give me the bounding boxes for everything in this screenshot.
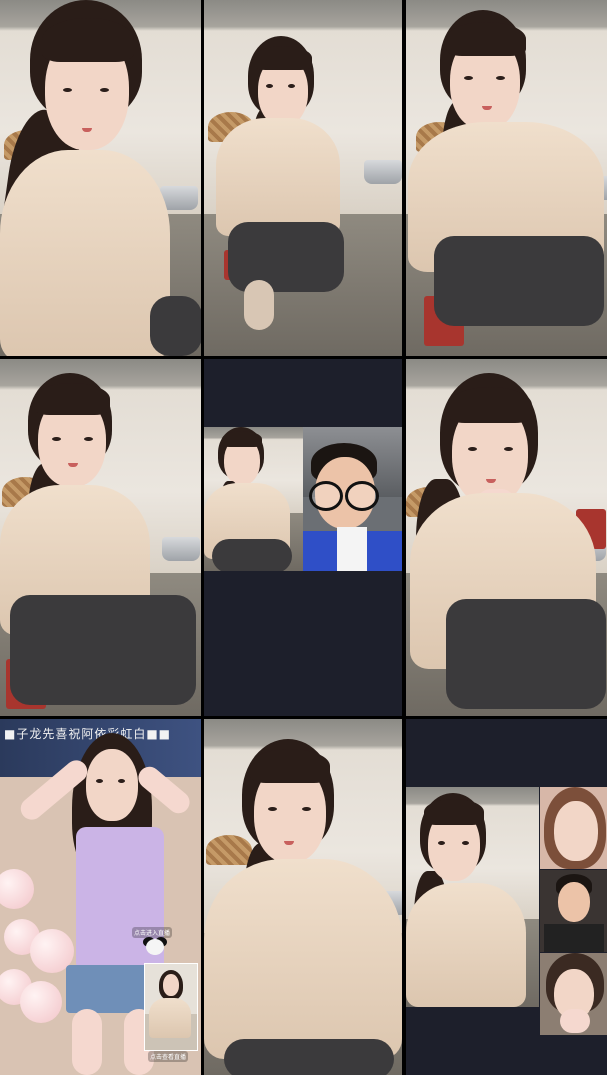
- face: [558, 882, 590, 922]
- eye: [302, 807, 311, 811]
- fringe: [424, 799, 484, 825]
- eye: [462, 841, 469, 845]
- call-participant-4[interactable]: [540, 953, 607, 1035]
- pants: [446, 599, 606, 709]
- video-tile-7[interactable]: ■子龙先喜祝阿依彩虹白■■ 点击进入直播 点击查看直播: [0, 719, 201, 1075]
- balloon: [20, 981, 62, 1023]
- video-tile-8[interactable]: [204, 719, 402, 1075]
- face: [163, 974, 179, 996]
- eye: [52, 437, 61, 441]
- video-tile-3[interactable]: [406, 0, 607, 356]
- eye: [118, 779, 125, 783]
- panda-icon: [146, 939, 164, 955]
- call-participant-woman[interactable]: [204, 427, 303, 571]
- eye: [266, 84, 273, 88]
- boy-collar: [337, 527, 367, 571]
- pip-label-bottom[interactable]: 点击查看直播: [148, 1051, 189, 1062]
- eye: [96, 779, 103, 783]
- eye: [268, 807, 277, 811]
- balloon: [0, 869, 34, 909]
- video-tile-6[interactable]: [406, 359, 607, 716]
- fringe: [250, 749, 330, 783]
- basket: [206, 835, 252, 865]
- pip-video[interactable]: [144, 963, 198, 1051]
- video-grid: ■子龙先喜祝阿依彩虹白■■ 点击进入直播 点击查看直播: [0, 0, 607, 1075]
- pants: [10, 595, 196, 705]
- pants: [212, 539, 292, 571]
- jacket: [149, 998, 191, 1038]
- eye: [63, 88, 72, 92]
- face: [86, 749, 138, 821]
- jacket: [0, 150, 170, 356]
- eye: [464, 76, 473, 80]
- fringe: [446, 22, 526, 56]
- video-tile-2[interactable]: [204, 0, 402, 356]
- video-tile-4[interactable]: [0, 359, 201, 716]
- eye: [496, 76, 505, 80]
- eye: [504, 447, 513, 451]
- shoe: [244, 280, 274, 330]
- glasses-icon: [309, 481, 343, 511]
- pot: [364, 160, 402, 184]
- call-participant-2[interactable]: [540, 787, 607, 869]
- call-participant-boy[interactable]: [303, 427, 402, 571]
- jacket: [216, 118, 340, 236]
- hand: [560, 1009, 590, 1033]
- video-tile-9[interactable]: [406, 719, 607, 1075]
- banner-text: ■子龙先喜祝阿依彩虹白■■: [4, 727, 172, 741]
- video-tile-1[interactable]: [0, 0, 201, 356]
- eye: [84, 437, 93, 441]
- jacket: [406, 883, 526, 1007]
- eye: [288, 84, 295, 88]
- pants: [224, 1039, 394, 1075]
- eye: [468, 447, 477, 451]
- glasses-icon: [345, 481, 379, 511]
- face: [554, 801, 598, 861]
- fringe: [448, 387, 532, 423]
- eye: [438, 841, 445, 845]
- jacket: [204, 859, 402, 1059]
- video-tile-5[interactable]: [204, 359, 402, 716]
- call-participant-3[interactable]: [540, 870, 607, 952]
- pants: [228, 222, 344, 292]
- leg: [72, 1009, 102, 1075]
- call-participant-main[interactable]: [406, 787, 539, 1007]
- fringe: [42, 18, 134, 62]
- pants: [434, 236, 604, 326]
- pants: [150, 296, 201, 356]
- fringe: [34, 383, 110, 415]
- eye: [100, 88, 109, 92]
- fringe: [254, 46, 312, 70]
- pot: [162, 537, 200, 561]
- fringe: [222, 431, 262, 447]
- pip-label-top[interactable]: 点击进入直播: [132, 927, 173, 938]
- shirt: [544, 924, 604, 952]
